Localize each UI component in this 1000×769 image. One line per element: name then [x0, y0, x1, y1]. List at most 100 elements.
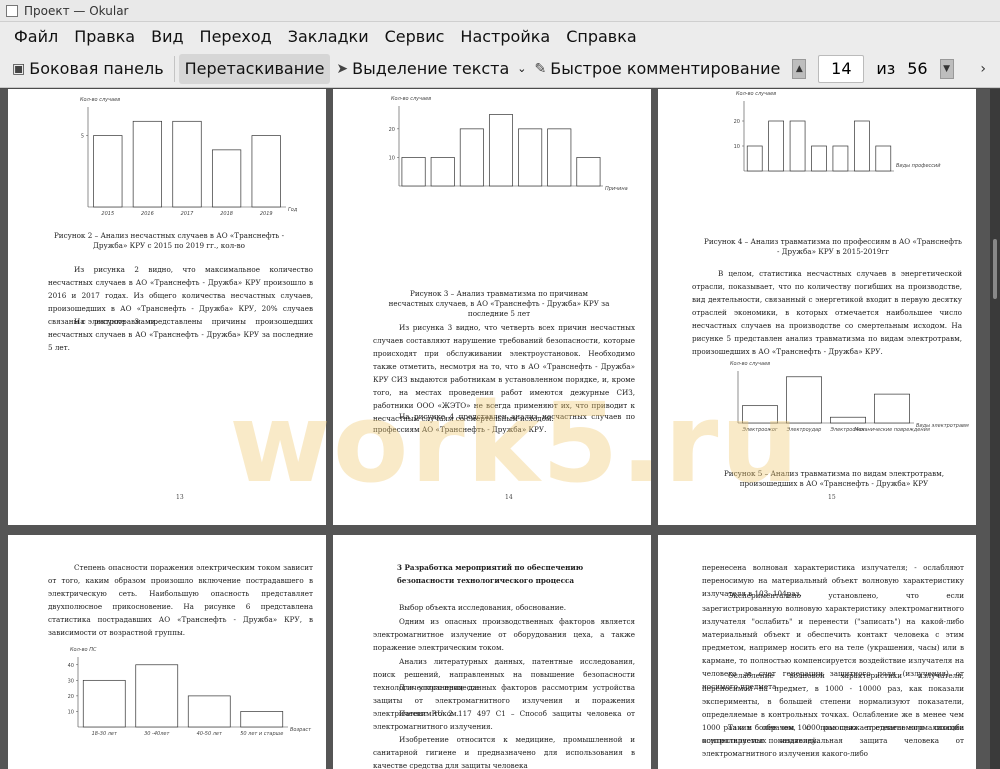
menu-tools[interactable]: Сервис [377, 27, 453, 46]
x-tick-label: 30 -40лет [144, 731, 170, 737]
scrollbar-thumb[interactable] [993, 239, 997, 299]
page-17: 3 Разработка мероприятий по обеспечению … [333, 535, 651, 769]
bar [786, 376, 822, 424]
menu-go[interactable]: Переход [192, 27, 280, 46]
bar [789, 120, 806, 172]
main-toolbar: ▣ Боковая панель Перетаскивание ➤ Выделе… [0, 50, 1000, 88]
page-14: Кол-во случаев Причина 10 20 Рисунок 3 – Ан… [333, 89, 651, 525]
x-tick-label: 2016 [141, 211, 154, 217]
bar [251, 135, 281, 208]
bar [811, 145, 827, 172]
page-16: Степень опасности поражения электрически… [8, 535, 326, 769]
bar [488, 114, 514, 187]
bar [82, 679, 126, 728]
chart-accidents-by-profession: Кол-во случаев Виды профессий 10 20 [734, 91, 941, 172]
y-tick-label: 5 [81, 134, 84, 140]
y-tick-label: 20 [734, 119, 740, 125]
select-tool-dropdown[interactable]: ⌄ [515, 54, 528, 84]
paragraph: В целом, статистика несчастных случаев в… [692, 269, 962, 356]
bar [832, 145, 849, 172]
page-number-input[interactable]: 14 [818, 54, 865, 83]
y-tick-label: 20 [68, 694, 74, 700]
text-select-tool-button[interactable]: ➤ Выделение текста [330, 54, 515, 84]
paragraph: Патент RU 2 117 497 C1 – Способ защиты ч… [373, 709, 635, 731]
x-tick-label: 2019 [260, 211, 273, 217]
bar [187, 695, 231, 728]
chart-accidents-by-year: Кол-во случаев Год 5 2015 2016 2017 2018 2019 [80, 97, 298, 217]
x-tick-label: Механические повреждения [854, 427, 930, 433]
figure-caption: Рисунок 3 – Анализ травматизма по причин… [388, 289, 610, 318]
vertical-scrollbar[interactable] [990, 89, 1000, 769]
bar [240, 711, 284, 728]
bar [874, 393, 910, 424]
document-viewport[interactable]: Кол-во случаев Год 5 2015 2016 2017 2018 2019 Р… [0, 89, 1000, 769]
y-tick-label: 10 [68, 709, 74, 715]
menu-bar: Файл Правка Вид Переход Закладки Сервис … [0, 22, 1000, 50]
page-13: Кол-во случаев Год 5 2015 2016 2017 2018 2019 Р… [8, 89, 326, 525]
bar [547, 128, 572, 187]
x-tick-label: 18-30 лет [92, 731, 118, 737]
y-axis-label: Кол-во случаев [391, 96, 431, 102]
section-heading: 3 Разработка мероприятий по обеспечению … [397, 563, 584, 585]
bar [518, 128, 543, 187]
bar [875, 145, 892, 172]
x-axis-label: Возраст [290, 727, 312, 733]
bar [459, 128, 484, 187]
x-tick-label: 2017 [181, 211, 195, 217]
x-axis-label: Год [288, 207, 298, 213]
x-axis-label: Причина [605, 186, 628, 192]
menu-edit[interactable]: Правка [66, 27, 143, 46]
x-tick-label: 2015 [101, 211, 114, 217]
bar [746, 145, 763, 172]
x-tick-label: 2018 [220, 211, 233, 217]
y-axis-label: Кол-во случаев [736, 91, 776, 97]
y-axis-label: Кол-во ПС [70, 647, 97, 653]
bar [430, 157, 455, 187]
bar [172, 120, 202, 208]
figure-caption: Рисунок 4 – Анализ травматизма по профес… [704, 237, 962, 256]
browse-tool-button[interactable]: Перетаскивание [178, 53, 331, 84]
chart-accidents-by-cause: Кол-во случаев Причина 10 20 [389, 96, 628, 192]
figure-caption: Рисунок 2 – Анализ несчастных случаев в … [53, 231, 285, 250]
chart-victims-by-age: Кол-во ПС Возраст 10 20 30 40 18-30 лет 30 -40л… [68, 647, 313, 737]
window-title: Проект — Okular [24, 3, 129, 18]
paragraph: Степень опасности поражения электрически… [48, 563, 313, 637]
okular-app-icon [6, 4, 18, 17]
figure-caption: Рисунок 5 – Анализ травматизма по видам … [723, 469, 945, 488]
y-axis-label: Кол-во случаев [730, 361, 770, 367]
x-tick-label: 50 лет и старше [240, 731, 283, 737]
page-15: Кол-во случаев Виды профессий 10 20 Рисунок… [658, 89, 976, 525]
sidebar-icon: ▣ [12, 60, 26, 77]
bar [854, 120, 870, 172]
menu-view[interactable]: Вид [143, 27, 191, 46]
next-page-button[interactable]: ▼ [939, 58, 954, 79]
total-pages-label: 56 [907, 59, 928, 78]
paragraph: Изобретение относится к медицине, промыш… [373, 735, 635, 769]
previous-page-button[interactable]: ▲ [792, 58, 807, 79]
bar [135, 664, 179, 728]
bar [132, 120, 163, 208]
menu-help[interactable]: Справка [558, 27, 645, 46]
quick-annotation-button[interactable]: ✎ Быстрое комментирование [529, 54, 787, 84]
arrow-down-icon: ▼ [943, 63, 951, 74]
menu-file[interactable]: Файл [6, 27, 66, 46]
x-tick-label: Электроожог [741, 427, 778, 433]
y-tick-label: 40 [68, 663, 74, 669]
bar [93, 135, 123, 208]
bar [211, 149, 242, 208]
page-number: 15 [828, 494, 836, 501]
x-axis-label: Виды профессий [896, 163, 941, 169]
x-tick-label: Электроудар [786, 427, 822, 433]
menu-bookmarks[interactable]: Закладки [280, 27, 377, 46]
y-tick-label: 10 [734, 144, 740, 150]
paragraph: Одним из опасных производственных фактор… [373, 617, 635, 652]
chevron-down-icon: ⌄ [517, 62, 527, 75]
paragraph: Выбор объекта исследования, обоснование. [399, 603, 567, 612]
toolbar-overflow-icon[interactable]: › [980, 61, 986, 77]
menu-settings[interactable]: Настройка [452, 27, 558, 46]
pencil-icon: ✎ [534, 60, 547, 77]
chart-electrotrauma-types: Кол-во случаевВиды электротравмЭлектроож… [730, 361, 969, 433]
sidebar-button[interactable]: ▣ Боковая панель [6, 54, 170, 84]
paragraph: Таким образом, с помощью предлагаемого с… [702, 723, 964, 758]
y-tick-label: 10 [389, 155, 395, 161]
